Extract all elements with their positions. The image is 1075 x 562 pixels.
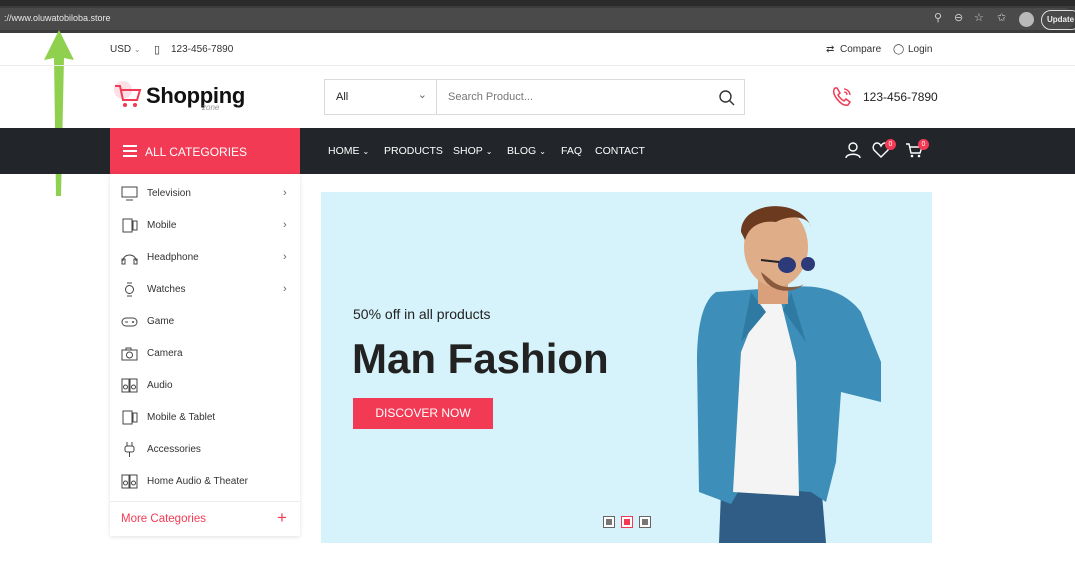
logo-cart-icon[interactable] [112, 80, 142, 110]
category-select-value: All [336, 91, 349, 103]
logo-subtext: zone [202, 103, 220, 112]
tv-icon [121, 186, 138, 201]
sidebar-item-label: Headphone [147, 252, 199, 263]
camera-icon [121, 347, 138, 361]
sidebar-item-home-audio-theater[interactable]: Home Audio & Theater [110, 466, 300, 498]
category-sidebar: Television › Mobile › Headphone › Watche… [110, 174, 300, 536]
update-button[interactable]: Update [1041, 10, 1075, 30]
sidebar-item-label: Mobile [147, 220, 177, 231]
account-icon[interactable] [844, 141, 862, 159]
sidebar-item-label: Camera [147, 348, 183, 359]
chevron-down-icon: ⌄ [133, 45, 141, 54]
slider-dot-3[interactable] [639, 516, 651, 528]
more-icon[interactable]: ⊖ [954, 12, 963, 25]
slider-dot-1[interactable] [603, 516, 615, 528]
tablet-icon [122, 410, 138, 425]
nav-home[interactable]: HOME ⌄ [328, 145, 369, 157]
sidebar-item-camera[interactable]: Camera [110, 338, 300, 370]
zoom-icon[interactable]: ⚲ [934, 12, 942, 25]
sidebar-item-mobile[interactable]: Mobile › [110, 210, 300, 242]
search-icon[interactable] [718, 89, 736, 107]
chevron-right-icon: › [283, 187, 287, 199]
sidebar-item-audio[interactable]: Audio [110, 370, 300, 402]
cart-count-badge: 0 [918, 139, 929, 150]
more-categories-button[interactable]: More Categories + [110, 501, 300, 536]
wishlist-count-badge: 0 [885, 139, 896, 150]
currency-select[interactable]: USD ⌄ [110, 44, 141, 55]
favorites-icon[interactable]: ✩ [997, 12, 1006, 25]
search-input[interactable] [438, 80, 708, 114]
chevron-right-icon: › [283, 283, 287, 295]
sidebar-item-television[interactable]: Television › [110, 178, 300, 210]
chevron-down-icon: ⌄ [417, 89, 427, 101]
sidebar-item-label: Watches [147, 284, 186, 295]
gamepad-icon [121, 317, 138, 327]
login-link[interactable]: Login [908, 44, 932, 55]
sidebar-item-label: Accessories [147, 444, 201, 455]
plus-icon: + [277, 508, 287, 527]
sidebar-item-headphone[interactable]: Headphone › [110, 242, 300, 274]
sidebar-item-mobile-tablet[interactable]: Mobile & Tablet [110, 402, 300, 434]
sidebar-item-label: Home Audio & Theater [147, 476, 248, 487]
phone-call-icon [832, 87, 852, 106]
header-phone-number: 123-456-7890 [863, 90, 938, 104]
top-bar: USD ⌄ ▯ 123-456-7890 ⇄ Compare ◯ Login [0, 33, 1075, 66]
chevron-down-icon: ⌄ [362, 147, 370, 156]
address-bar-url[interactable]: ://www.oluwatobiloba.store [4, 13, 111, 23]
compare-link[interactable]: Compare [840, 44, 881, 55]
address-bar[interactable] [0, 8, 1075, 30]
sidebar-item-label: Game [147, 316, 175, 327]
chevron-right-icon: › [283, 219, 287, 231]
hero-title: Man Fashion [352, 335, 609, 382]
logo-wordmark[interactable]: Shopping [146, 83, 245, 109]
discover-now-button[interactable]: DISCOVER NOW [353, 398, 493, 429]
user-icon: ◯ [893, 44, 905, 55]
profile-avatar[interactable] [1019, 12, 1034, 27]
speaker-icon [121, 378, 138, 393]
watch-icon [125, 282, 134, 297]
chevron-down-icon: ⌄ [485, 147, 493, 156]
hero-banner: 50% off in all products Man Fashion DISC… [321, 192, 932, 543]
nav-products[interactable]: PRODUCTS [384, 145, 443, 157]
browser-toolbar [0, 0, 1075, 33]
sidebar-item-label: Audio [147, 380, 173, 391]
nav-faq[interactable]: FAQ [561, 145, 582, 157]
sidebar-item-watches[interactable]: Watches › [110, 274, 300, 306]
chevron-right-icon: › [283, 251, 287, 263]
sidebar-item-label: Television [147, 188, 191, 199]
speaker-icon [121, 474, 138, 489]
nav-shop[interactable]: SHOP ⌄ [453, 145, 492, 157]
compare-icon: ⇄ [826, 44, 835, 55]
all-categories-button[interactable]: ALL CATEGORIES [110, 128, 300, 174]
plug-icon [124, 442, 135, 457]
chevron-down-icon: ⌄ [539, 147, 546, 156]
sidebar-item-label: Mobile & Tablet [147, 412, 216, 423]
menu-icon [123, 145, 137, 157]
headphone-icon [121, 254, 138, 265]
sidebar-item-game[interactable]: Game [110, 306, 300, 338]
category-select[interactable]: All ⌄ [325, 80, 437, 114]
slider-dot-2[interactable] [621, 516, 633, 528]
sidebar-item-accessories[interactable]: Accessories [110, 434, 300, 466]
all-categories-label: ALL CATEGORIES [145, 145, 248, 159]
mobile-icon [122, 218, 138, 233]
mobile-phone-icon: ▯ [154, 44, 161, 56]
nav-blog[interactable]: BLOG ⌄ [507, 145, 546, 157]
nav-contact[interactable]: CONTACT [595, 145, 645, 157]
search-bar: All ⌄ [324, 79, 745, 115]
top-phone-number: 123-456-7890 [171, 44, 234, 55]
hero-subtitle: 50% off in all products [353, 306, 491, 322]
more-categories-label: More Categories [121, 513, 207, 525]
browser-tabstrip [0, 0, 1075, 6]
bookmark-star-icon[interactable]: ☆ [974, 12, 984, 25]
